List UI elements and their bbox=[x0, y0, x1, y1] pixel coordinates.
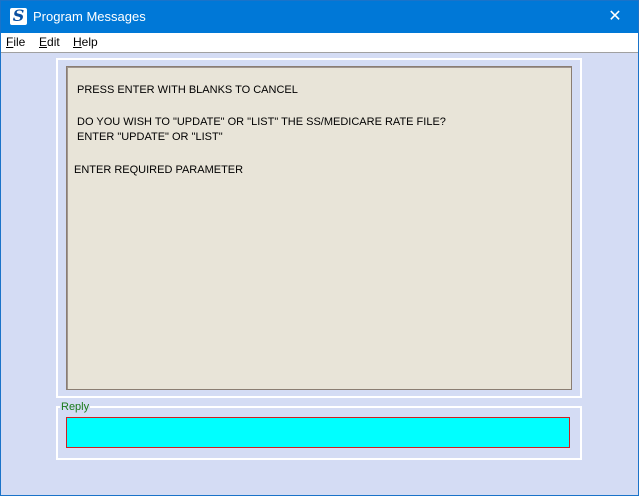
window-title: Program Messages bbox=[33, 9, 146, 24]
message-line: DO YOU WISH TO "UPDATE" OR "LIST" THE SS… bbox=[77, 116, 446, 128]
message-line: ENTER REQUIRED PARAMETER bbox=[74, 164, 244, 176]
close-icon: ✕ bbox=[608, 8, 622, 25]
message-line: PRESS ENTER WITH BLANKS TO CANCEL bbox=[77, 84, 298, 96]
reply-label: Reply bbox=[60, 401, 91, 414]
menu-file[interactable]: File bbox=[6, 35, 25, 49]
reply-input[interactable] bbox=[66, 417, 570, 448]
title-bar[interactable]: S Program Messages ✕ bbox=[1, 1, 638, 33]
message-line: ENTER "UPDATE" OR "LIST" bbox=[77, 131, 223, 143]
close-button[interactable]: ✕ bbox=[592, 1, 638, 33]
message-frame: PRESS ENTER WITH BLANKS TO CANCEL DO YOU… bbox=[56, 58, 582, 398]
reply-group bbox=[56, 406, 582, 460]
menu-bar: File Edit Help bbox=[1, 33, 638, 53]
message-panel[interactable]: PRESS ENTER WITH BLANKS TO CANCEL DO YOU… bbox=[66, 66, 572, 390]
menu-edit[interactable]: Edit bbox=[39, 35, 60, 49]
menu-help[interactable]: Help bbox=[73, 35, 98, 49]
app-icon: S bbox=[10, 6, 27, 25]
program-messages-window: S Program Messages ✕ File Edit Help PRES… bbox=[0, 0, 639, 496]
